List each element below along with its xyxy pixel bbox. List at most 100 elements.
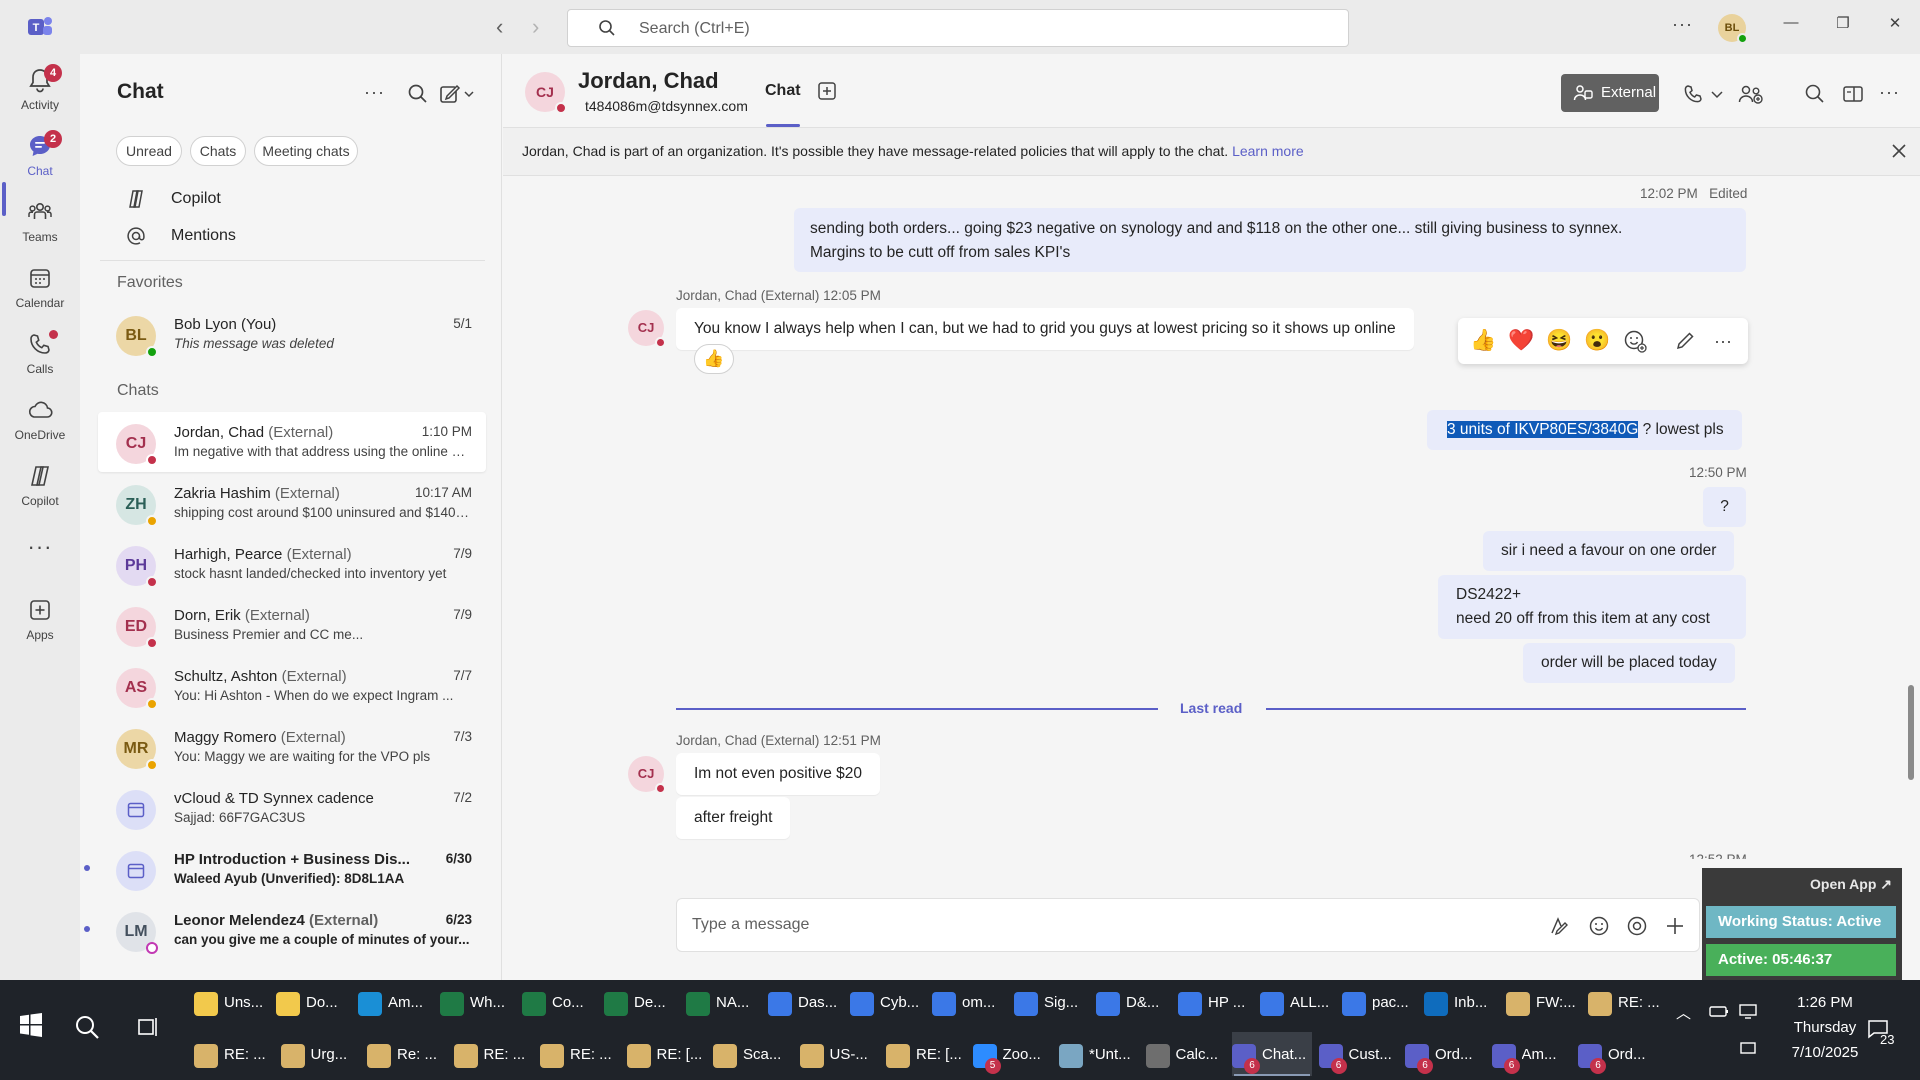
taskbar-app-button[interactable]: Urg... <box>280 1032 361 1076</box>
rail-calls[interactable]: Calls <box>0 324 80 386</box>
taskbar-app-button[interactable]: RE: [... <box>626 1032 707 1076</box>
message-composer[interactable]: Type a message <box>676 898 1700 952</box>
taskbar-app-button[interactable]: RE: ... <box>1588 980 1668 1024</box>
taskbar-app-button[interactable]: Am... <box>358 980 438 1024</box>
contact-avatar[interactable]: CJ <box>525 72 567 114</box>
chat-row-jordan-chad[interactable]: CJ Jordan, Chad (External) Im negative w… <box>98 412 486 472</box>
chat-row-harhigh-pearce[interactable]: PH Harhigh, Pearce (External) stock hasn… <box>98 534 486 594</box>
taskbar-app-button[interactable]: Ord... 6 <box>1578 1032 1658 1076</box>
taskbar-app-button[interactable]: De... <box>604 980 684 1024</box>
rail-teams[interactable]: Teams <box>0 192 80 254</box>
external-badge-button[interactable]: External <box>1561 74 1659 112</box>
chat-row-schultz-ashton[interactable]: AS Schultz, Ashton (External) You: Hi As… <box>98 656 486 716</box>
chat-row-maggy-romero[interactable]: MR Maggy Romero (External) You: Maggy we… <box>98 717 486 777</box>
tab-chat[interactable]: Chat <box>765 82 801 100</box>
learn-more-link[interactable]: Learn more <box>1232 143 1304 159</box>
taskbar-app-button[interactable]: Am... 6 <box>1491 1032 1572 1076</box>
taskbar-app-button[interactable]: D&... <box>1096 980 1176 1024</box>
taskbar-app-button[interactable]: Inb... <box>1424 980 1504 1024</box>
conversation-scrollbar[interactable] <box>1908 685 1914 780</box>
chevron-down-icon[interactable] <box>1709 82 1725 106</box>
taskbar-app-button[interactable]: Zoo... 5 <box>972 1032 1053 1076</box>
new-chat-icon[interactable] <box>438 82 478 106</box>
call-icon[interactable] <box>1681 82 1705 106</box>
search-icon[interactable] <box>74 1014 100 1040</box>
react-like[interactable]: 👍 <box>1470 328 1496 354</box>
format-icon[interactable] <box>1547 914 1571 938</box>
message-bubble-incoming[interactable]: Im not even positive $20 <box>676 753 881 795</box>
search-input[interactable]: Search (Ctrl+E) <box>567 9 1349 47</box>
settings-more-icon[interactable]: ··· <box>1672 14 1693 35</box>
taskbar-app-button[interactable]: Das... <box>768 980 848 1024</box>
more-icon[interactable]: ··· <box>1710 328 1736 354</box>
display-icon[interactable] <box>1738 1040 1758 1058</box>
rail-onedrive[interactable]: OneDrive <box>0 390 80 452</box>
chat-row-leonor-melendez[interactable]: LM Leonor Melendez4 (External) can you g… <box>84 900 486 960</box>
add-attachment-icon[interactable] <box>1663 914 1687 938</box>
taskbar-app-button[interactable]: Sig... <box>1014 980 1094 1024</box>
taskbar-app-button[interactable]: RE: [... <box>886 1032 966 1076</box>
taskbar-app-button[interactable]: Chat... 6 <box>1232 1032 1312 1076</box>
network-icon[interactable] <box>1738 1002 1758 1020</box>
rail-calendar[interactable]: Calendar <box>0 258 80 320</box>
react-surprised[interactable]: 😮 <box>1584 328 1610 354</box>
taskbar-app-button[interactable]: HP ... <box>1178 980 1258 1024</box>
taskbar-app-button[interactable]: Cust... 6 <box>1318 1032 1399 1076</box>
search-icon[interactable] <box>1803 82 1827 106</box>
message-bubble-outgoing[interactable]: DS2422+ need 20 off from this item at an… <box>1438 575 1746 639</box>
side-panel-icon[interactable] <box>1841 82 1865 106</box>
back-arrow-icon[interactable]: ‹ <box>496 14 503 40</box>
message-bubble-outgoing[interactable]: 3 units of IKVP80ES/3840G ? lowest pls <box>1427 410 1742 450</box>
rail-chat[interactable]: 2 Chat <box>0 126 80 188</box>
message-bubble-outgoing[interactable]: sir i need a favour on one order <box>1483 531 1735 571</box>
taskbar-app-button[interactable]: *Unt... <box>1059 1032 1139 1076</box>
chat-row-dorn-erik[interactable]: ED Dorn, Erik (External) Business Premie… <box>98 595 486 655</box>
windows-start-icon[interactable] <box>18 1012 44 1038</box>
emoji-icon[interactable] <box>1587 914 1611 938</box>
rail-copilot[interactable]: Copilot <box>0 456 80 518</box>
chat-row-zakria-hashim[interactable]: ZH Zakria Hashim (External) shipping cos… <box>98 473 486 533</box>
people-add-icon[interactable] <box>1737 82 1765 106</box>
contact-name[interactable]: Jordan, Chad <box>578 68 719 94</box>
more-options-icon[interactable]: ··· <box>1879 82 1903 106</box>
message-bubble-incoming[interactable]: You know I always help when I can, but w… <box>676 308 1414 350</box>
taskbar-app-button[interactable]: Wh... <box>440 980 520 1024</box>
message-bubble-outgoing[interactable]: order will be placed today <box>1523 643 1735 683</box>
task-view-icon[interactable] <box>136 1014 162 1040</box>
message-bubble-incoming[interactable]: after freight <box>676 797 791 839</box>
chat-row-vcloud-cadence[interactable]: vCloud & TD Synnex cadence Sajjad: 66F7G… <box>98 778 486 838</box>
taskbar-app-button[interactable]: RE: ... <box>453 1032 534 1076</box>
user-avatar[interactable]: BL <box>1718 14 1748 44</box>
reaction-thumbs-up[interactable]: 👍 <box>694 344 734 374</box>
forward-arrow-icon[interactable]: › <box>532 14 539 40</box>
maximize-icon[interactable]: ❐ <box>1828 14 1858 38</box>
taskbar-app-button[interactable]: Ord... 6 <box>1405 1032 1485 1076</box>
minimize-icon[interactable]: — <box>1776 14 1806 38</box>
message-bubble-outgoing[interactable]: sending both orders... going $23 negativ… <box>794 208 1746 272</box>
chevron-up-icon[interactable]: ︿ <box>1676 1002 1691 1023</box>
chat-row-bob-lyon[interactable]: BL Bob Lyon (You) This message was delet… <box>98 304 486 364</box>
rail-apps[interactable]: Apps <box>0 590 80 652</box>
chat-options-more-icon[interactable]: ··· <box>364 82 388 106</box>
taskbar-app-button[interactable]: Sca... <box>713 1032 793 1076</box>
taskbar-app-button[interactable]: Re: ... <box>367 1032 447 1076</box>
battery-icon[interactable] <box>1708 1002 1730 1020</box>
taskbar-app-button[interactable]: Do... <box>276 980 356 1024</box>
open-app-link[interactable]: Open App ↗ <box>1810 876 1892 893</box>
close-icon[interactable] <box>1890 142 1908 160</box>
search-icon[interactable] <box>406 82 430 106</box>
add-tab-icon[interactable] <box>816 80 838 102</box>
rail-activity[interactable]: 4 Activity <box>0 60 80 122</box>
react-heart[interactable]: ❤️ <box>1508 328 1534 354</box>
taskbar-app-button[interactable]: NA... <box>686 980 766 1024</box>
taskbar-app-button[interactable]: om... <box>932 980 1012 1024</box>
filter-unread[interactable]: Unread <box>116 136 182 166</box>
taskbar-app-button[interactable]: Cyb... <box>850 980 930 1024</box>
taskbar-app-button[interactable]: Calc... <box>1145 1032 1226 1076</box>
taskbar-app-button[interactable]: Co... <box>522 980 602 1024</box>
taskbar-app-button[interactable]: Uns... <box>194 980 274 1024</box>
message-bubble-outgoing[interactable]: ? <box>1703 487 1746 527</box>
add-reaction-icon[interactable] <box>1622 328 1648 354</box>
taskbar-app-button[interactable]: US-... <box>799 1032 880 1076</box>
sender-avatar[interactable]: CJ <box>628 756 666 794</box>
